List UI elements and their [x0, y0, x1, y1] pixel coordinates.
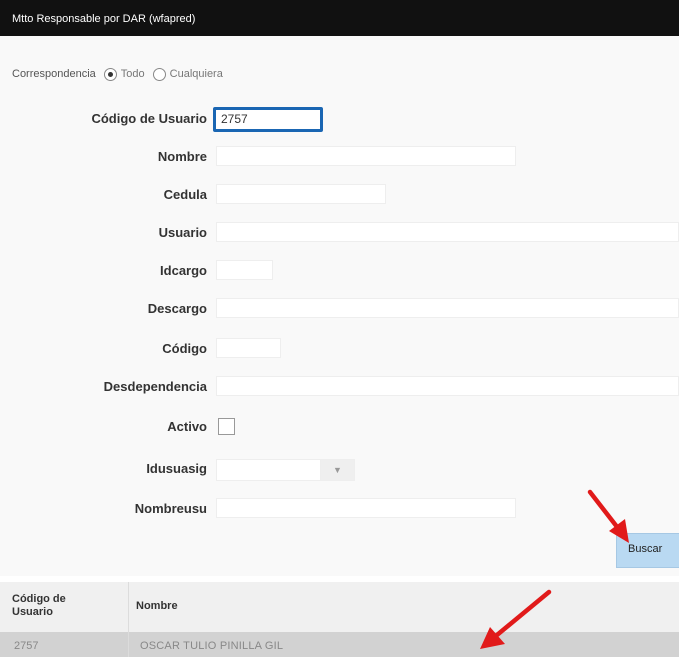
arrow-to-buscar-icon	[587, 489, 629, 543]
arrow-to-result-row-icon	[480, 589, 552, 649]
annotation-arrows	[480, 489, 629, 649]
